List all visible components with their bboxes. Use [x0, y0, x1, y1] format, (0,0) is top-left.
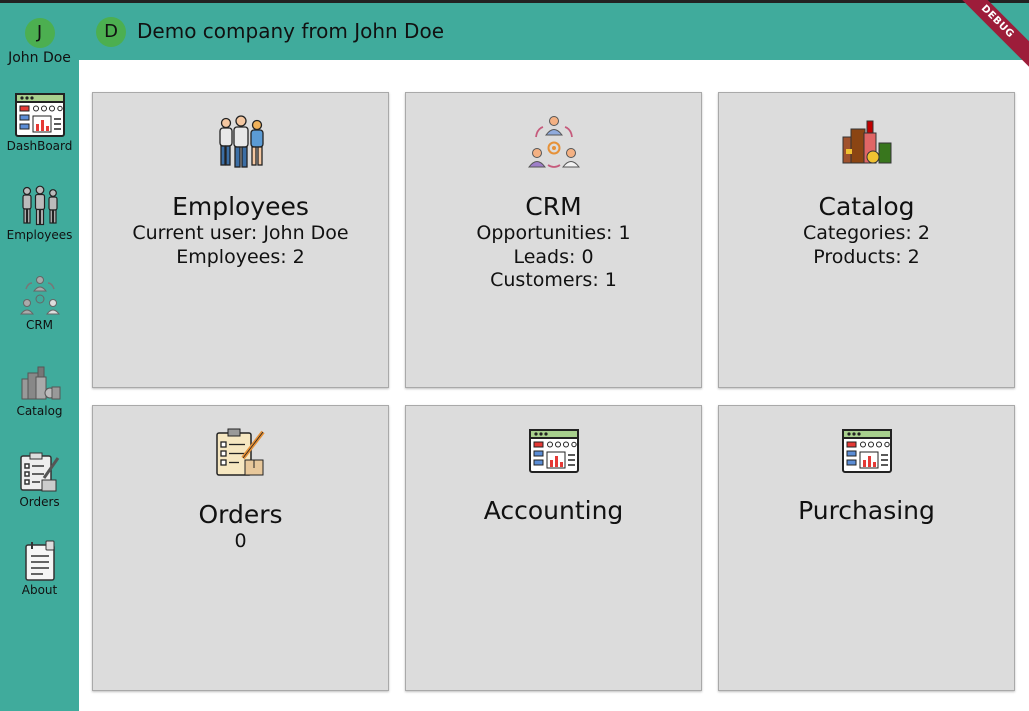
navigation-rail: J John Doe DashBoard Employees CRM Catal…: [0, 3, 79, 711]
card-stat: Current user: John Doe: [132, 222, 349, 244]
rail-item-label: Orders: [19, 495, 60, 509]
card-purchasing[interactable]: Purchasing: [718, 405, 1015, 691]
card-title: Purchasing: [798, 496, 935, 525]
about-icon: [24, 540, 55, 581]
card-stat: Leads: 0: [513, 245, 594, 268]
card-title: Orders: [198, 500, 283, 529]
card-title: Employees: [172, 192, 309, 221]
debug-banner: DEBUG: [948, 0, 1029, 71]
card-employees[interactable]: Employees Current user: John Doe Employe…: [92, 92, 389, 388]
rail-item-dashboard[interactable]: DashBoard: [0, 92, 79, 153]
card-orders[interactable]: Orders 0: [92, 405, 389, 691]
app-bar: D Demo company from John Doe DEBUG: [79, 0, 1029, 71]
employees-icon: [21, 185, 58, 226]
rail-item-label: Employees: [6, 228, 73, 242]
orders-icon: [19, 452, 59, 492]
rail-item-label: CRM: [25, 318, 54, 332]
card-stat: Employees: 2: [176, 245, 305, 268]
user-name: John Doe: [8, 50, 71, 66]
rail-user[interactable]: J John Doe: [0, 18, 79, 66]
card-accounting[interactable]: Accounting: [405, 405, 702, 691]
card-stat: Customers: 1: [490, 269, 617, 291]
crm-icon: [527, 116, 580, 168]
user-avatar[interactable]: J: [24, 18, 55, 48]
rail-item-catalog[interactable]: Catalog: [0, 365, 79, 418]
rail-item-label: Catalog: [16, 404, 63, 418]
company-avatar[interactable]: D: [96, 17, 126, 47]
rail-item-employees[interactable]: Employees: [0, 185, 79, 242]
card-stat: 0: [234, 530, 247, 552]
rail-item-crm[interactable]: CRM: [0, 275, 79, 332]
employees-icon: [218, 115, 264, 168]
card-crm[interactable]: CRM Opportunities: 1 Leads: 0 Customers:…: [405, 92, 702, 388]
catalog-icon: [21, 366, 60, 400]
rail-item-label: About: [21, 583, 58, 597]
card-title: Accounting: [483, 496, 624, 525]
rail-item-orders[interactable]: Orders: [0, 452, 79, 509]
card-title: Catalog: [818, 192, 915, 221]
card-stat: Categories: 2: [803, 222, 930, 244]
card-stat: Products: 2: [813, 245, 920, 268]
catalog-icon: [842, 120, 891, 164]
crm-icon: [19, 276, 60, 315]
card-title: CRM: [525, 192, 582, 221]
accounting-icon: [528, 429, 579, 473]
page-title: Demo company from John Doe: [137, 19, 445, 43]
dashboard-icon: [14, 93, 65, 137]
orders-icon: [215, 428, 265, 476]
card-catalog[interactable]: Catalog Categories: 2 Products: 2: [718, 92, 1015, 388]
card-stat: Opportunities: 1: [476, 222, 631, 244]
purchasing-icon: [841, 429, 892, 473]
rail-item-label: DashBoard: [6, 139, 73, 153]
rail-item-about[interactable]: About: [0, 540, 79, 597]
